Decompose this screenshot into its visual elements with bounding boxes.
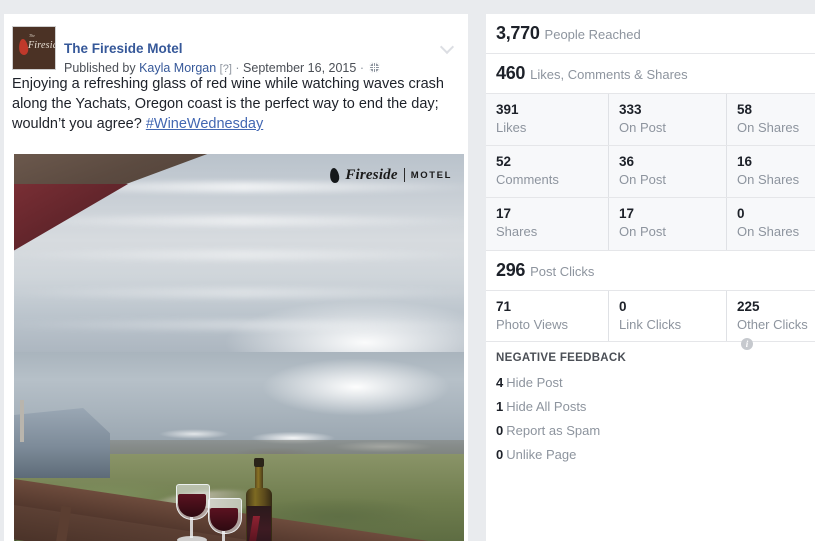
shares-on-shares-value: 0 <box>737 206 745 221</box>
engagement-breakdown: 391 Likes 333 On Post 58 On Shares 52 Co… <box>486 94 815 251</box>
table-row: 17 Shares 17 On Post 0 On Shares <box>486 198 815 250</box>
post-clicks-value: 296 <box>496 260 526 280</box>
shares-label: Shares <box>496 224 538 239</box>
likes-cell[interactable]: 391 Likes <box>486 94 608 145</box>
wine-glass-1 <box>174 484 210 541</box>
chevron-down-icon[interactable] <box>441 40 454 53</box>
other-clicks-value: 225 <box>737 299 760 314</box>
photo-watermark: Fireside MOTEL <box>329 166 452 184</box>
post-header: The Fireside The Fireside Motel Publishe… <box>4 14 468 75</box>
post-clicks-row[interactable]: 296 Post Clicks <box>486 251 815 291</box>
likes-on-post-cell[interactable]: 333 On Post <box>608 94 726 145</box>
wine-glass-2 <box>206 498 242 541</box>
engagement-value: 460 <box>496 63 526 83</box>
reach-label: People Reached <box>544 27 641 42</box>
other-clicks-label-wrap: Other Clicks i <box>737 316 815 350</box>
comments-cell[interactable]: 52 Comments <box>486 146 608 197</box>
likes-on-post-value: 333 <box>619 102 642 117</box>
globe-icon[interactable] <box>369 62 381 73</box>
link-clicks-cell[interactable]: 0 Link Clicks <box>608 291 726 341</box>
avatar-tiny-text: The <box>29 33 35 38</box>
photo-views-value: 71 <box>496 299 512 314</box>
comments-on-post-value: 36 <box>619 154 635 169</box>
list-item[interactable]: 4 Hide Post <box>496 371 668 395</box>
reach-value: 3,770 <box>496 23 540 43</box>
comments-on-shares-value: 16 <box>737 154 753 169</box>
post-preview-pane: The Fireside The Fireside Motel Publishe… <box>4 14 468 541</box>
byline-separator-1: · <box>235 61 240 75</box>
link-clicks-label: Link Clicks <box>619 317 682 332</box>
post-clicks-label: Post Clicks <box>530 264 595 279</box>
list-item[interactable]: 0 Report as Spam <box>496 419 668 443</box>
comments-label: Comments <box>496 172 559 187</box>
shares-value: 17 <box>496 206 512 221</box>
report-as-spam-value: 0 <box>496 423 504 438</box>
clicks-breakdown: 71 Photo Views 0 Link Clicks 225 Other C… <box>486 291 815 350</box>
table-row: 391 Likes 333 On Post 58 On Shares <box>486 94 815 146</box>
report-as-spam-label: Report as Spam <box>506 423 601 438</box>
shares-on-post-cell[interactable]: 17 On Post <box>608 198 726 250</box>
question-marker[interactable]: [?] <box>220 63 232 75</box>
panel-gutter <box>468 14 486 541</box>
published-by-label: Published by <box>64 61 136 75</box>
likes-value: 391 <box>496 102 519 117</box>
page-name[interactable]: The Fireside Motel <box>64 41 183 56</box>
post-message: Enjoying a refreshing glass of red wine … <box>12 72 456 134</box>
comments-on-post-cell[interactable]: 36 On Post <box>608 146 726 197</box>
hide-post-value: 4 <box>496 375 504 390</box>
wine-bottle <box>246 458 272 541</box>
hide-post-label: Hide Post <box>506 375 563 390</box>
window-top-chrome <box>0 0 815 14</box>
reach-row[interactable]: 3,770 People Reached <box>486 14 815 54</box>
other-clicks-cell[interactable]: 225 Other Clicks i <box>726 291 815 350</box>
negative-feedback-grid: 4 Hide Post 1 Hide All Posts 0 Report as Sp… <box>496 371 815 467</box>
watermark-flame-icon <box>329 166 341 184</box>
engagement-row[interactable]: 460 Likes, Comments & Shares <box>486 54 815 94</box>
table-row: 52 Comments 36 On Post 16 On Shares <box>486 146 815 198</box>
avatar-brand-text: Fireside <box>28 40 55 51</box>
other-clicks-label: Other Clicks <box>737 317 808 332</box>
unlike-page-label: Unlike Page <box>506 447 577 462</box>
shares-on-shares-cell[interactable]: 0 On Shares <box>726 198 815 250</box>
shares-on-post-value: 17 <box>619 206 635 221</box>
likes-on-shares-cell[interactable]: 58 On Shares <box>726 94 815 145</box>
likes-on-shares-label: On Shares <box>737 120 800 135</box>
byline-separator-2: · <box>359 61 364 75</box>
watermark-sub: MOTEL <box>410 169 452 181</box>
insights-pane: 3,770 People Reached 460 Likes, Comments &… <box>486 14 815 541</box>
post-photo[interactable]: Fireside MOTEL <box>14 154 464 541</box>
watermark-name: Fireside <box>345 166 398 183</box>
list-item[interactable]: 0 Unlike Page <box>496 443 646 467</box>
post-date[interactable]: September 16, 2015 <box>243 61 356 75</box>
photo-views-cell[interactable]: 71 Photo Views <box>486 291 608 341</box>
info-icon[interactable]: i <box>741 338 753 350</box>
likes-on-post-label: On Post <box>619 120 666 135</box>
shares-cell[interactable]: 17 Shares <box>486 198 608 250</box>
comments-on-shares-label: On Shares <box>737 172 800 187</box>
likes-label: Likes <box>496 120 527 135</box>
shares-on-post-label: On Post <box>619 224 666 239</box>
negative-feedback-title: NEGATIVE FEEDBACK <box>496 352 627 364</box>
hide-all-posts-value: 1 <box>496 399 504 414</box>
comments-value: 52 <box>496 154 512 169</box>
list-item[interactable]: 1 Hide All Posts <box>496 395 646 419</box>
watermark-divider <box>403 168 405 182</box>
negative-feedback-section: NEGATIVE FEEDBACK 4 Hide Post 1 Hide All P… <box>486 342 815 475</box>
comments-on-shares-cell[interactable]: 16 On Shares <box>726 146 815 197</box>
hashtag-link[interactable]: #WineWednesday <box>146 116 263 132</box>
shares-on-shares-label: On Shares <box>737 224 800 239</box>
likes-on-shares-value: 58 <box>737 102 753 117</box>
comments-on-post-label: On Post <box>619 172 666 187</box>
table-row: 71 Photo Views 0 Link Clicks 225 Other C… <box>486 291 815 350</box>
avatar[interactable]: The Fireside <box>12 26 56 70</box>
unlike-page-value: 0 <box>496 447 504 462</box>
link-clicks-value: 0 <box>619 299 627 314</box>
post-byline: Published by Kayla Morgan [?] · Septembe… <box>64 61 381 75</box>
photo-views-label: Photo Views <box>496 317 569 332</box>
photo-post <box>20 400 24 442</box>
engagement-label: Likes, Comments & Shares <box>530 67 688 82</box>
hide-all-posts-label: Hide All Posts <box>506 399 587 414</box>
author-link[interactable]: Kayla Morgan <box>139 61 216 75</box>
